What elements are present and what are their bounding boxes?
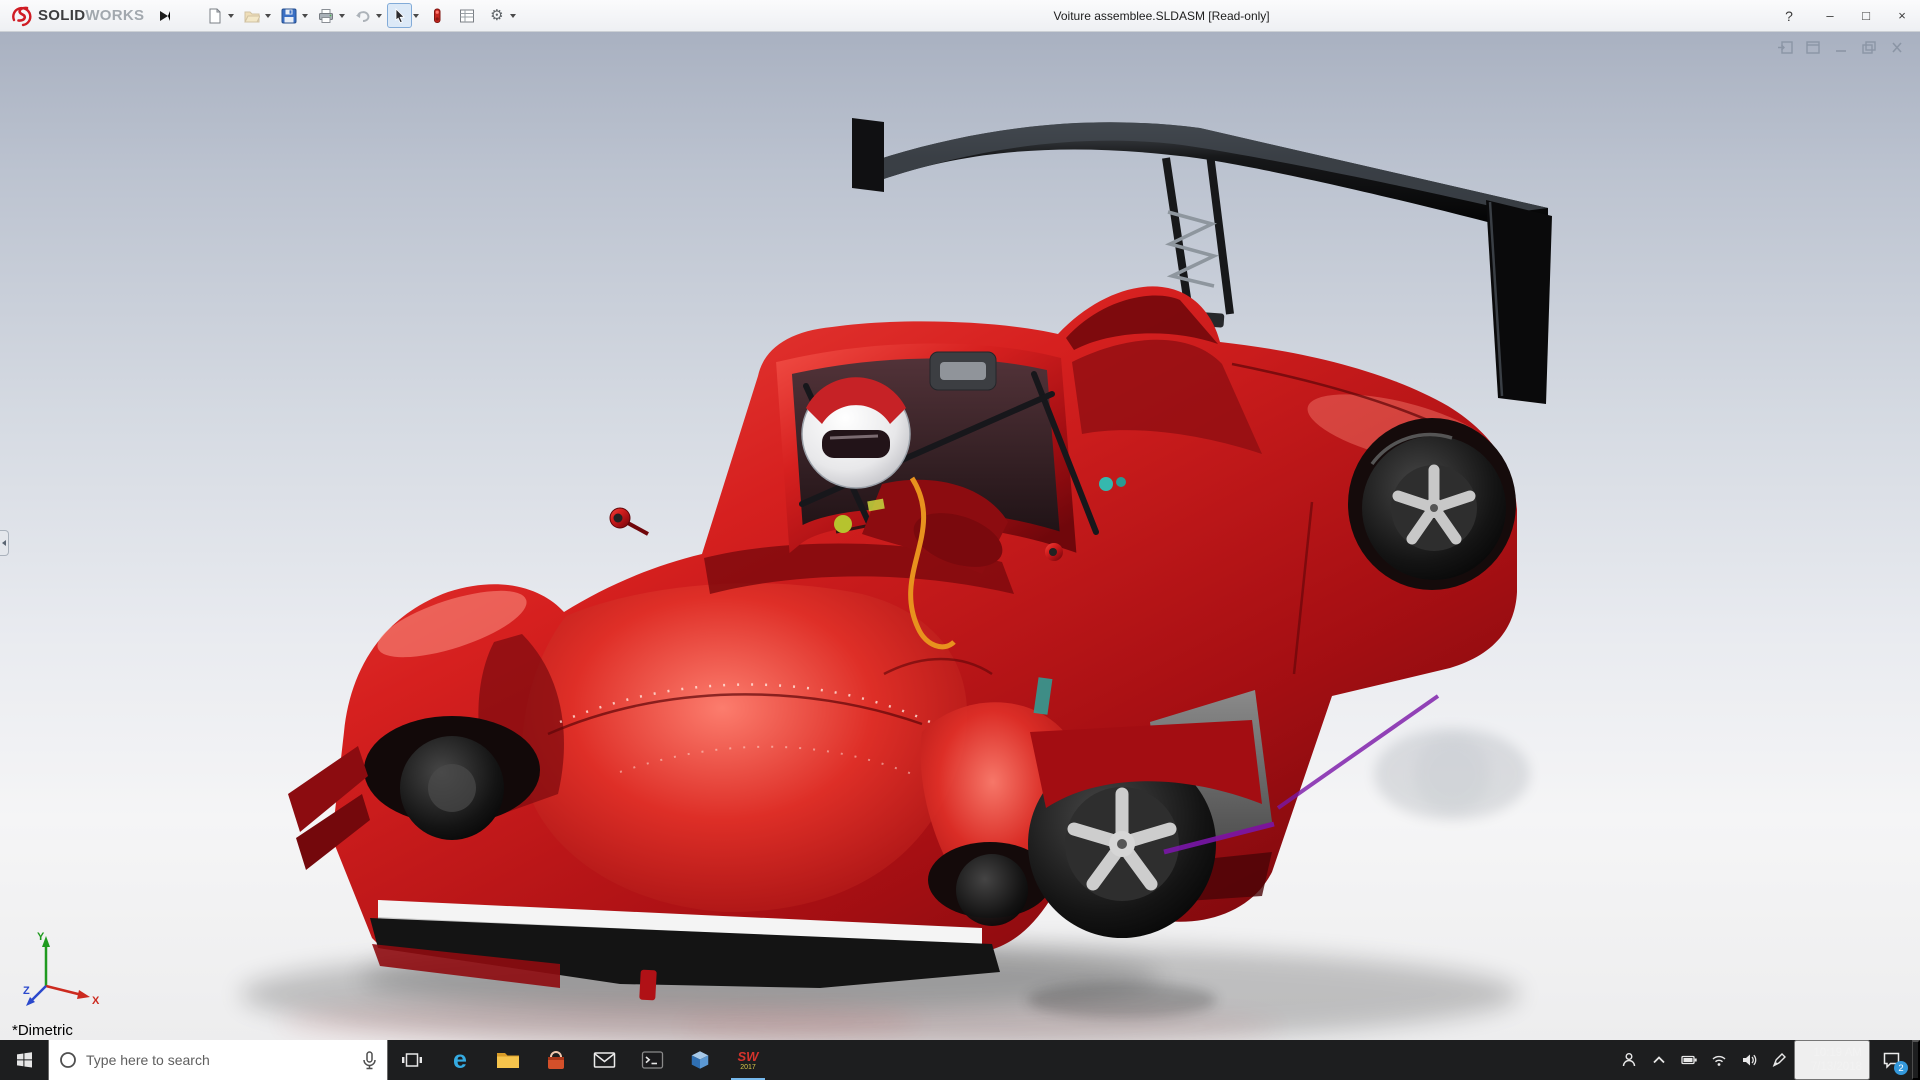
- doc-close-icon[interactable]: [1888, 40, 1906, 55]
- save-icon: [281, 8, 297, 24]
- graphics-area[interactable]: Y X Z *Dimetric: [0, 32, 1920, 1040]
- edrawings-button[interactable]: [676, 1040, 724, 1080]
- print-button[interactable]: [313, 3, 338, 28]
- maximize-button[interactable]: □: [1848, 0, 1884, 31]
- new-document-icon: [207, 8, 223, 24]
- volume-icon: [1741, 1052, 1757, 1068]
- close-button[interactable]: ×: [1884, 0, 1920, 31]
- battery-button[interactable]: [1674, 1040, 1704, 1080]
- titlebar: SOLIDWORKS: [0, 0, 1920, 32]
- mail-button[interactable]: [580, 1040, 628, 1080]
- solidworks-2017-button[interactable]: SW 2017: [724, 1040, 772, 1080]
- clock-time: 10:19 AM: [1813, 1046, 1862, 1060]
- microphone-icon[interactable]: [362, 1051, 377, 1070]
- save-button[interactable]: [276, 3, 301, 28]
- volume-button[interactable]: [1734, 1040, 1764, 1080]
- triad-z-label: Z: [23, 985, 30, 997]
- show-window-icon[interactable]: [1804, 40, 1822, 55]
- driver-helmet[interactable]: [802, 377, 910, 488]
- wifi-icon: [1711, 1053, 1727, 1067]
- pen-icon: [1771, 1052, 1787, 1068]
- taskbar-search[interactable]: [48, 1040, 388, 1080]
- file-properties-icon: [459, 8, 475, 24]
- open-dropdown-icon[interactable]: [265, 14, 271, 18]
- undo-icon: [355, 8, 371, 24]
- rebuild-button[interactable]: [424, 3, 449, 28]
- orientation-triad[interactable]: Y X Z: [22, 926, 106, 1014]
- chevron-up-icon: [1651, 1052, 1667, 1068]
- gear-icon: ⚙: [490, 8, 503, 23]
- new-document-dropdown-icon[interactable]: [228, 14, 234, 18]
- quick-access-toolbar: ⚙: [202, 3, 521, 28]
- cube-app-icon: [689, 1049, 711, 1071]
- open-folder-icon: [244, 8, 260, 24]
- 3d-model-race-car[interactable]: [0, 32, 1920, 1040]
- edge-icon: e: [453, 1048, 467, 1073]
- doc-minimize-icon[interactable]: [1832, 40, 1850, 55]
- solidworks-brand: SOLIDWORKS: [10, 5, 144, 27]
- view-orientation-label: *Dimetric: [12, 1022, 73, 1039]
- terminal-icon: [641, 1050, 664, 1070]
- tray-overflow-button[interactable]: [1644, 1040, 1674, 1080]
- store-bag-icon: [545, 1050, 567, 1071]
- save-dropdown-icon[interactable]: [302, 14, 308, 18]
- select-dropdown-icon[interactable]: [413, 14, 419, 18]
- doc-restore-icon[interactable]: [1860, 40, 1878, 55]
- help-button[interactable]: ?: [1774, 0, 1804, 31]
- network-button[interactable]: [1704, 1040, 1734, 1080]
- select-arrow-icon: [392, 8, 408, 24]
- start-button[interactable]: [0, 1040, 48, 1080]
- new-window-icon[interactable]: [1776, 40, 1794, 55]
- brand-text: SOLIDWORKS: [38, 7, 144, 24]
- show-desktop-button[interactable]: [1912, 1040, 1920, 1080]
- options-dropdown-icon[interactable]: [510, 14, 516, 18]
- store-button[interactable]: [532, 1040, 580, 1080]
- featuremanager-collapsed-tab[interactable]: [0, 530, 9, 556]
- taskbar-clock[interactable]: 10:19 AM 7/13/2018: [1794, 1040, 1870, 1080]
- new-document-button[interactable]: [202, 3, 227, 28]
- file-properties-button[interactable]: [454, 3, 479, 28]
- triad-x-label: X: [92, 995, 100, 1007]
- menu-flyout-arrow-icon[interactable]: [160, 11, 170, 21]
- command-prompt-button[interactable]: [628, 1040, 676, 1080]
- people-icon: [1621, 1052, 1637, 1068]
- folder-icon: [496, 1050, 520, 1070]
- print-dropdown-icon[interactable]: [339, 14, 345, 18]
- cortana-icon: [59, 1051, 77, 1069]
- undo-dropdown-icon[interactable]: [376, 14, 382, 18]
- print-icon: [318, 8, 334, 24]
- edge-browser-button[interactable]: e: [436, 1040, 484, 1080]
- clock-date: 7/13/2018: [1811, 1060, 1862, 1074]
- task-view-button[interactable]: [388, 1040, 436, 1080]
- system-tray: 10:19 AM 7/13/2018 2: [1614, 1040, 1920, 1080]
- open-document-button[interactable]: [239, 3, 264, 28]
- file-explorer-button[interactable]: [484, 1040, 532, 1080]
- solidworks-logo-icon: [10, 5, 34, 27]
- select-tool-button[interactable]: [387, 3, 412, 28]
- battery-icon: [1681, 1052, 1698, 1068]
- notification-badge: 2: [1894, 1061, 1908, 1075]
- document-title: Voiture assemblee.SLDASM [Read-only]: [1054, 9, 1270, 23]
- solidworks-window: SOLIDWORKS: [0, 0, 1920, 1080]
- windows-ink-button[interactable]: [1764, 1040, 1794, 1080]
- windows-logo-icon: [16, 1052, 33, 1068]
- window-controls: ? – □ ×: [1774, 0, 1920, 31]
- people-button[interactable]: [1614, 1040, 1644, 1080]
- document-window-controls: [1776, 40, 1906, 55]
- windows-taskbar: e: [0, 1040, 1920, 1080]
- undo-button[interactable]: [350, 3, 375, 28]
- options-button[interactable]: ⚙: [484, 3, 509, 28]
- rebuild-traffic-light-icon: [429, 8, 445, 24]
- search-input[interactable]: [86, 1052, 353, 1068]
- mail-envelope-icon: [593, 1051, 616, 1069]
- solidworks-2017-icon: SW 2017: [738, 1050, 759, 1071]
- triad-y-label: Y: [37, 931, 45, 943]
- task-view-icon: [401, 1050, 423, 1070]
- minimize-button[interactable]: –: [1812, 0, 1848, 31]
- action-center-button[interactable]: 2: [1870, 1040, 1912, 1080]
- rear-right-wheel[interactable]: [1348, 418, 1516, 590]
